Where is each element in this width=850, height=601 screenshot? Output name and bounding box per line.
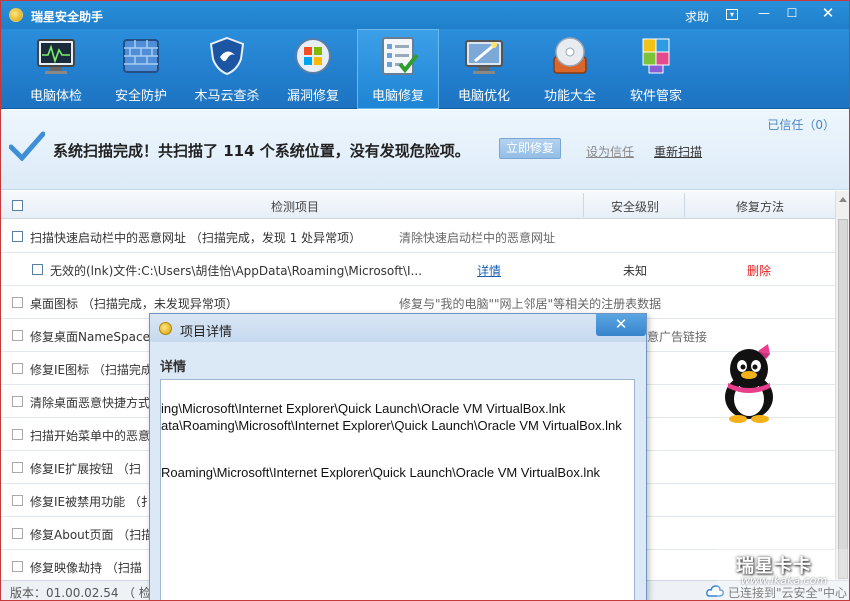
rising-logo-icon [159, 322, 172, 335]
details-label: 详情 [160, 360, 187, 375]
row-name: 清除桌面恶意快捷方式 [30, 396, 151, 410]
delete-action[interactable]: 删除 [747, 262, 771, 279]
row-checkbox[interactable] [12, 561, 23, 572]
firewall-icon [123, 39, 159, 73]
row-checkbox[interactable] [12, 330, 23, 341]
dialog-title-bar: 项目详情 ✕ [150, 314, 646, 342]
fix-now-button[interactable]: 立即修复 [499, 138, 561, 159]
row-checkbox[interactable] [32, 264, 43, 275]
tool-label: 木马云查杀 [194, 89, 260, 104]
row-name: 无效的(lnk)文件:C:\Users\胡佳怡\AppData\Roaming\… [50, 264, 423, 278]
row-checkbox[interactable] [12, 396, 23, 407]
close-icon[interactable]: ✕ [817, 5, 839, 23]
tool-pc-checkup[interactable]: 电脑体检 [15, 29, 97, 109]
title-bar: 瑞星安全助手 求助 ▾ — ☐ ✕ [1, 1, 849, 29]
dialog-title: 项目详情 [180, 325, 233, 340]
details-textarea[interactable]: ing\Microsoft\Internet Explorer\Quick La… [160, 379, 635, 600]
column-header-level: 安全级别 [611, 200, 660, 214]
row-name: 扫描快速启动栏中的恶意网址 （扫描完成，发现 1 处异常项） [30, 231, 362, 245]
row-checkbox[interactable] [12, 297, 23, 308]
main-toolbar: 电脑体检 安全防护 木马云查杀 漏洞修复 电脑修复 电脑优化 功能大全 软件管家 [1, 29, 849, 109]
tool-trojan-cloud-scan[interactable]: 木马云查杀 [186, 29, 268, 109]
software-blocks-icon [642, 38, 670, 74]
scan-result-message: 系统扫描完成！共扫描了 114 个系统位置，没有发现危险项。 [53, 142, 470, 160]
scrollbar-thumb[interactable] [838, 219, 848, 579]
row-description: 修复与"我的电脑""网上邻居"等相关的注册表数据 [399, 297, 662, 311]
table-subrow[interactable]: 无效的(lnk)文件:C:\Users\胡佳怡\AppData\Roaming\… [1, 253, 835, 286]
tool-pc-optimize[interactable]: 电脑优化 [443, 29, 525, 109]
column-header-items: 检测项目 [271, 200, 320, 214]
app-title: 瑞星安全助手 [31, 10, 104, 24]
check-update-link[interactable]: （ 检 [123, 584, 151, 600]
row-checkbox[interactable] [12, 495, 23, 506]
checklist-icon [382, 37, 419, 75]
row-checkbox[interactable] [12, 528, 23, 539]
row-name: 修复IE图标 （扫描完成 [30, 363, 153, 377]
minimize-icon[interactable]: — [753, 5, 775, 23]
checkmark-icon [9, 131, 45, 161]
row-name: 桌面图标 （扫描完成，未发现异常项） [30, 297, 238, 311]
scan-status-panel: 已信任（0） 系统扫描完成！共扫描了 114 个系统位置，没有发现危险项。 立即… [1, 110, 849, 190]
scroll-up-icon[interactable] [839, 197, 847, 202]
tool-label: 功能大全 [543, 89, 596, 104]
tool-label: 电脑优化 [457, 89, 510, 104]
dialog-close-icon[interactable]: ✕ [596, 314, 646, 336]
tool-security-protection[interactable]: 安全防护 [100, 29, 182, 109]
row-checkbox[interactable] [12, 363, 23, 374]
column-divider [583, 193, 584, 217]
row-name: 修复About页面 （扫描 [30, 528, 154, 542]
row-name: 扫描开始菜单中的恶意 [30, 429, 151, 443]
tool-software-manager[interactable]: 软件管家 [615, 29, 697, 109]
row-description: 意广告链接 [647, 330, 708, 344]
tool-pc-repair[interactable]: 电脑修复 [357, 29, 439, 109]
disc-box-icon [553, 37, 587, 74]
tool-label: 漏洞修复 [286, 89, 339, 104]
tool-feature-center[interactable]: 功能大全 [529, 29, 611, 109]
menu-icon[interactable]: ▾ [721, 5, 743, 23]
row-name: 修复IE被禁用功能 （扌 [30, 495, 153, 509]
column-header-method: 修复方法 [736, 200, 785, 214]
tool-label: 电脑体检 [29, 89, 82, 104]
tool-label: 电脑修复 [371, 89, 424, 104]
row-description: 清除快速启动栏中的恶意网址 [399, 231, 556, 245]
qq-penguin-icon [725, 344, 773, 423]
row-checkbox[interactable] [12, 462, 23, 473]
detail-line: ing\Microsoft\Internet Explorer\Quick La… [161, 401, 566, 416]
trusted-count-link[interactable]: 已信任（0） [767, 116, 835, 133]
row-checkbox[interactable] [12, 231, 23, 242]
details-link[interactable]: 详情 [477, 262, 501, 279]
rescan-link[interactable]: 重新扫描 [654, 143, 702, 160]
table-row[interactable]: 扫描快速启动栏中的恶意网址 （扫描完成，发现 1 处异常项） 清除快速启动栏中的… [1, 220, 835, 253]
vertical-scrollbar[interactable] [835, 191, 849, 580]
magic-wand-monitor-icon [465, 40, 503, 74]
maximize-icon[interactable]: ☐ [781, 5, 803, 23]
app-window: 瑞星安全助手 求助 ▾ — ☐ ✕ 电脑体检 安全防护 木马云查杀 漏洞修复 电… [0, 0, 850, 601]
tool-label: 安全防护 [114, 89, 167, 104]
version-label: 版本：01.00.02.54 [10, 586, 119, 600]
tool-vulnerability-fix[interactable]: 漏洞修复 [272, 29, 354, 109]
rising-logo-icon [9, 8, 23, 22]
monitor-pulse-icon [37, 39, 75, 74]
shield-icon [209, 36, 245, 76]
column-divider [684, 193, 685, 217]
select-all-checkbox[interactable] [12, 200, 23, 211]
detail-line: Roaming\Microsoft\Internet Explorer\Quic… [161, 465, 601, 480]
item-details-dialog: 项目详情 ✕ 详情 ing\Microsoft\Internet Explore… [149, 313, 647, 600]
tool-label: 软件管家 [629, 89, 682, 104]
row-name: 修复IE扩展按钮 （扫 [30, 462, 141, 476]
row-name: 修复桌面NameSpace [30, 330, 150, 344]
detail-line: ata\Roaming\Microsoft\Internet Explorer\… [161, 418, 622, 433]
security-level: 未知 [623, 264, 648, 278]
table-header: 检测项目 安全级别 修复方法 [1, 191, 835, 219]
help-link[interactable]: 求助 [685, 8, 709, 25]
set-trust-link[interactable]: 设为信任 [586, 143, 634, 160]
windows-patch-icon [295, 38, 331, 74]
watermark-url: www.ikaka.com [741, 574, 828, 587]
row-name: 修复映像劫持 （扫描 [30, 561, 142, 575]
row-checkbox[interactable] [12, 429, 23, 440]
